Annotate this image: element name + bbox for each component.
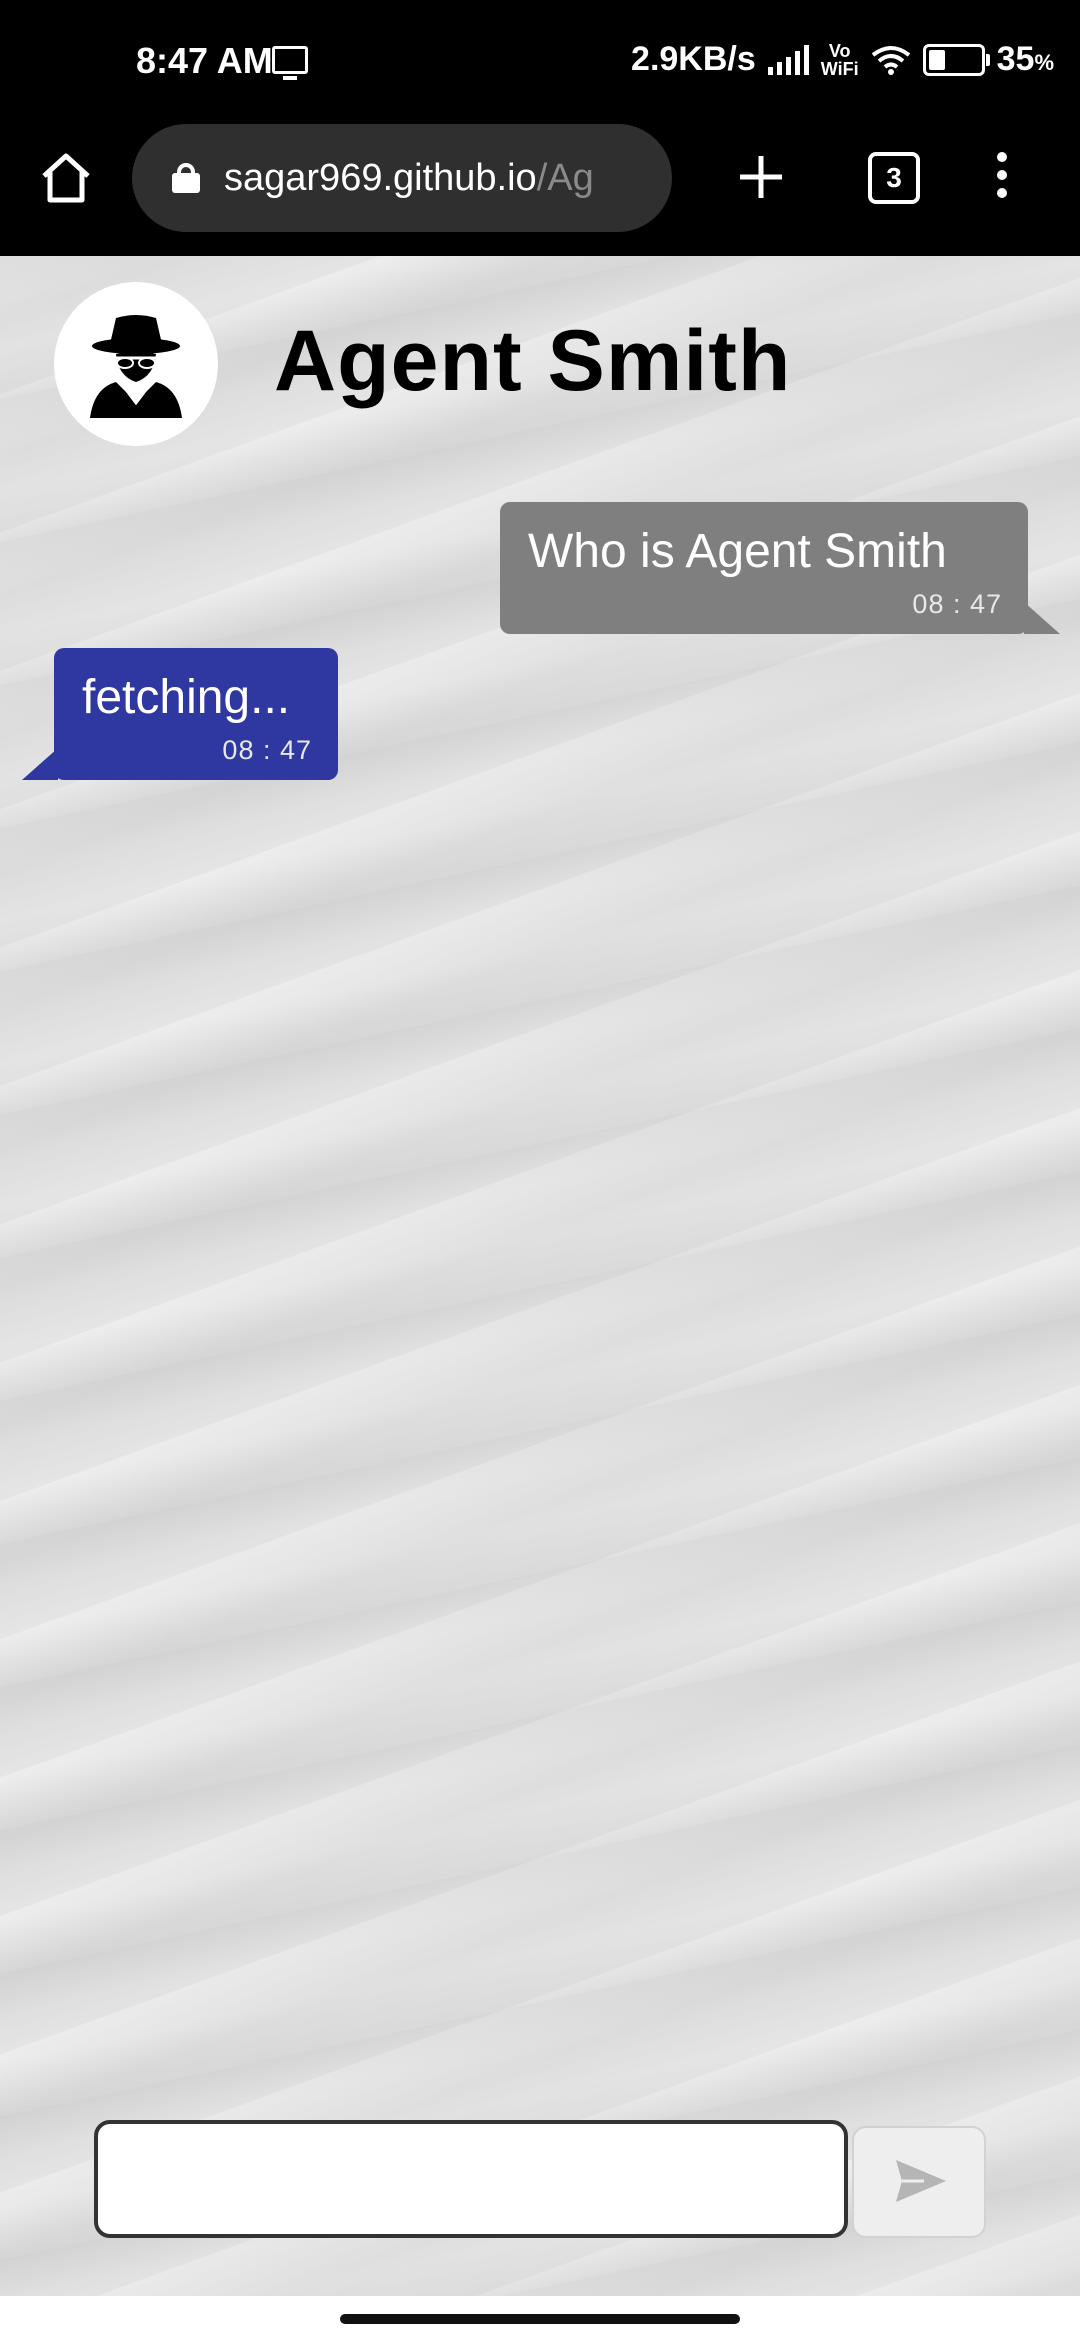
message-text: Who is Agent Smith — [528, 525, 947, 578]
more-options-icon[interactable] — [992, 152, 1012, 202]
send-button[interactable] — [852, 2126, 986, 2238]
status-bar: 8:47 AM 2.9KB/s Vo WiFi 35% — [0, 0, 1080, 124]
avatar — [54, 282, 218, 446]
message-text: fetching... — [82, 671, 291, 724]
screen-cast-icon — [272, 46, 308, 80]
user-message-bubble: Who is Agent Smith 08 : 47 — [500, 502, 1060, 634]
vowifi-label: Vo WiFi — [820, 40, 859, 79]
message-time: 08 : 47 — [222, 735, 312, 765]
gesture-handle[interactable] — [340, 2314, 740, 2324]
message-time: 08 : 47 — [912, 589, 1002, 619]
home-icon[interactable] — [38, 150, 94, 206]
spy-agent-icon — [90, 315, 182, 418]
url-text[interactable]: sagar969.github.io/Ag — [224, 157, 594, 200]
address-bar[interactable]: sagar969.github.io/Ag — [132, 124, 672, 232]
battery-percent: 35% — [996, 40, 1054, 78]
wifi-icon — [871, 45, 910, 75]
browser-toolbar: sagar969.github.io/Ag 3 — [0, 124, 1080, 256]
message-input[interactable] — [94, 2120, 848, 2238]
signal-icon — [767, 44, 809, 75]
network-speed: 2.9KB/s — [631, 40, 756, 78]
battery-icon — [922, 43, 990, 76]
bot-message-bubble: fetching... 08 : 47 — [22, 648, 338, 780]
lock-icon — [172, 163, 200, 193]
chat-title: Agent Smith — [274, 313, 792, 409]
status-time: 8:47 AM — [136, 40, 273, 81]
new-tab-plus-icon[interactable] — [736, 152, 786, 202]
system-nav-bar — [0, 2296, 1080, 2340]
tab-switcher-button[interactable]: 3 — [868, 152, 920, 204]
send-icon — [896, 2160, 946, 2202]
status-right-group: 2.9KB/s Vo WiFi 35% — [631, 40, 1054, 79]
chat-area: Agent Smith Who is Agent Smith 08 : 47 f… — [0, 256, 1080, 2296]
